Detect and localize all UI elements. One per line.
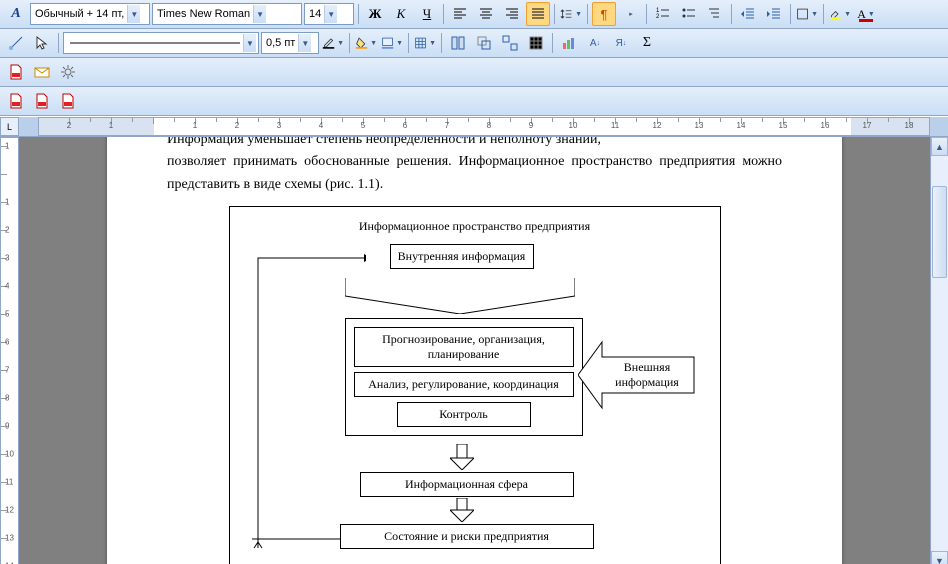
style-icon[interactable]: A: [4, 2, 28, 26]
mid-block-group: Прогнозирование, организация, планирован…: [345, 318, 583, 436]
fontsize-text: 14: [309, 8, 321, 20]
vertical-ruler[interactable]: 1123456789101112131415: [0, 137, 19, 564]
block-mid-2: Анализ, регулирование, координация: [354, 372, 574, 397]
select-objects-button[interactable]: [30, 31, 54, 55]
pdf-export-1-icon[interactable]: [4, 89, 28, 113]
ruler-v-gutter: 1123456789101112131415: [0, 137, 19, 564]
pdf-export-3-icon[interactable]: [56, 89, 80, 113]
arrow-down-icon: [450, 444, 474, 470]
chevron-down-icon: ▼: [127, 5, 140, 23]
line-color-button[interactable]: ▼: [321, 31, 345, 55]
scroll-thumb[interactable]: [932, 186, 947, 278]
chevron-down-icon: ▼: [324, 5, 337, 23]
paragraph-cut: Информация уменьшает степень неопределен…: [167, 137, 782, 151]
block-mid-1: Прогнозирование, организация, планирован…: [354, 327, 574, 367]
drawing-toolbar: ▼ 0,5 пт ▼ ▼ ▼ ▼ ▼ А↓ Я↓ Σ: [0, 29, 948, 58]
work-area: 1123456789101112131415 Информация уменьш…: [0, 137, 948, 564]
block-state: Состояние и риски предприятия: [340, 524, 594, 549]
style-combo[interactable]: Обычный + 14 пт, ▼: [30, 3, 150, 25]
document-viewport[interactable]: Информация уменьшает степень неопределен…: [19, 137, 930, 564]
align-left-button[interactable]: [448, 2, 472, 26]
draw-icon[interactable]: [4, 31, 28, 55]
borders-button[interactable]: ▼: [795, 2, 819, 26]
line-spacing-button[interactable]: ▼: [559, 2, 583, 26]
scroll-up-button[interactable]: ▲: [931, 137, 948, 156]
underline-button[interactable]: Ч: [415, 2, 439, 26]
scroll-down-button[interactable]: ▼: [931, 551, 948, 564]
tab-selector[interactable]: L: [0, 117, 19, 136]
pilcrow-button[interactable]: ¶: [592, 2, 616, 26]
sort-asc-button[interactable]: А↓: [583, 31, 607, 55]
document-page: Информация уменьшает степень неопределен…: [107, 137, 842, 564]
highlight-button[interactable]: ▼: [828, 2, 852, 26]
formatting-toolbar: A Обычный + 14 пт, ▼ Times New Roman ▼ 1…: [0, 0, 948, 29]
line-weight-text: 0,5 пт: [266, 37, 295, 49]
paragraph-2: позволяет принимать обоснованные решения…: [167, 151, 782, 196]
insert-table-button[interactable]: ▼: [413, 31, 437, 55]
align-center-button[interactable]: [474, 2, 498, 26]
align-justify-button[interactable]: [526, 2, 550, 26]
style-combo-text: Обычный + 14 пт,: [35, 8, 124, 20]
bold-button[interactable]: Ж: [363, 2, 387, 26]
diagram-title: Информационное пространство предприятия: [240, 217, 710, 236]
scroll-track[interactable]: [931, 156, 948, 551]
fontsize-combo[interactable]: 14 ▼: [304, 3, 354, 25]
pdf-toolbar-2: [0, 87, 948, 116]
pdf-toolbar-1: [0, 58, 948, 87]
vertical-scrollbar[interactable]: ▲ ▼ ○ ▴ ▾: [930, 137, 948, 564]
chevron-down-icon: ▼: [243, 34, 256, 52]
font-combo[interactable]: Times New Roman ▼: [152, 3, 302, 25]
arrow-down-icon: [450, 498, 474, 522]
grid-button[interactable]: [524, 31, 548, 55]
chevron-down-icon: ▼: [253, 5, 266, 23]
horizontal-ruler[interactable]: 21123456789101112131415161718: [38, 117, 930, 136]
increase-indent-button[interactable]: [762, 2, 786, 26]
sort-desc-button[interactable]: Я↓: [609, 31, 633, 55]
decrease-indent-button[interactable]: [736, 2, 760, 26]
app-window: A Обычный + 14 пт, ▼ Times New Roman ▼ 1…: [0, 0, 948, 564]
block-mid-3: Контроль: [397, 402, 531, 427]
font-color-button[interactable]: A▼: [854, 2, 878, 26]
pdf-mail-icon[interactable]: [30, 60, 54, 84]
font-combo-text: Times New Roman: [157, 8, 250, 20]
block-external: Внешняя информация: [605, 360, 690, 389]
italic-button[interactable]: К: [389, 2, 413, 26]
svg-text:2: 2: [656, 14, 660, 20]
line-style-combo[interactable]: ▼: [63, 32, 259, 54]
diagram-frame: Информационное пространство предприятия …: [229, 206, 721, 564]
chevron-down-icon: ▼: [298, 34, 311, 52]
connector-line-icon: [252, 536, 342, 542]
columns-button[interactable]: [446, 31, 470, 55]
align-right-button[interactable]: [500, 2, 524, 26]
pilcrow-split-button[interactable]: ▸: [618, 2, 642, 26]
settings-icon[interactable]: [56, 60, 80, 84]
group-button[interactable]: [472, 31, 496, 55]
pdf-icon[interactable]: [4, 60, 28, 84]
fill-color-button[interactable]: ▼: [354, 31, 378, 55]
chart-button[interactable]: [557, 31, 581, 55]
numbered-list-button[interactable]: 12: [651, 2, 675, 26]
multilevel-list-button[interactable]: [703, 2, 727, 26]
bulleted-list-button[interactable]: [677, 2, 701, 26]
arrow-down-large-icon: [345, 278, 575, 314]
shape-fill-button[interactable]: ▼: [380, 31, 404, 55]
line-weight-combo[interactable]: 0,5 пт ▼: [261, 32, 319, 54]
sum-button[interactable]: Σ: [635, 31, 659, 55]
block-sphere: Информационная сфера: [360, 472, 574, 497]
block-internal: Внутренняя информация: [390, 244, 534, 269]
ruler-row: L 21123456789101112131415161718: [0, 116, 948, 137]
ungroup-button[interactable]: [498, 31, 522, 55]
pdf-export-2-icon[interactable]: [30, 89, 54, 113]
